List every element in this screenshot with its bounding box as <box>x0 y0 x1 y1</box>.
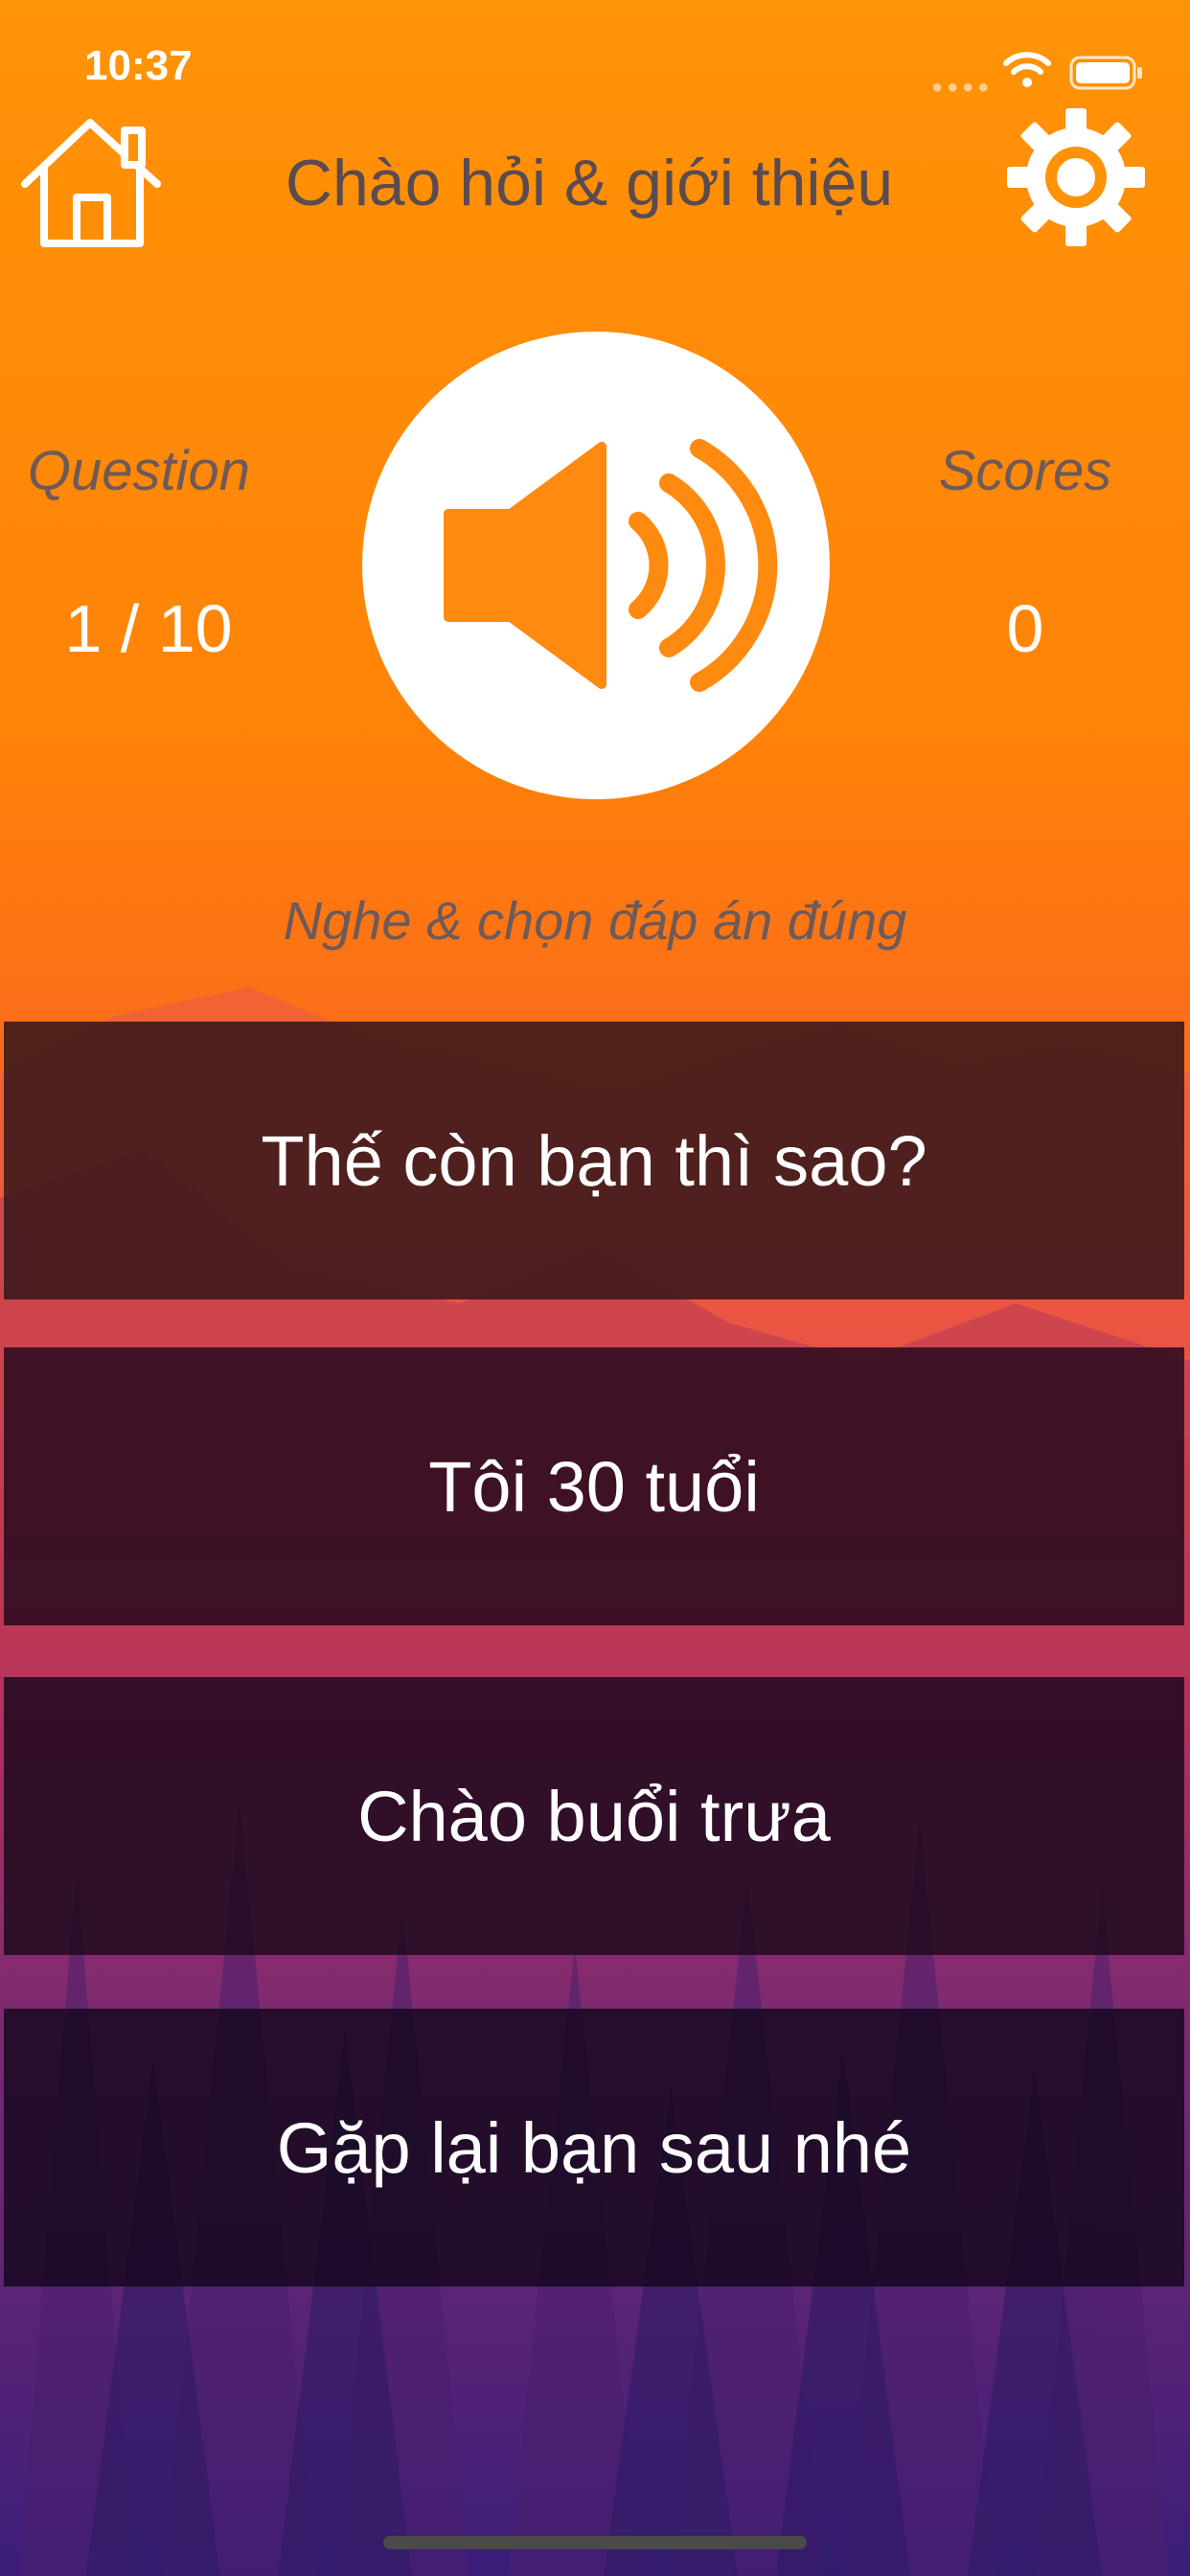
answer-label: Thế còn bạn thì sao? <box>261 1120 927 1201</box>
wifi-icon <box>1003 52 1051 87</box>
question-counter: 1 / 10 <box>64 591 233 666</box>
signal-dots-icon: ●●●● <box>931 77 994 98</box>
speaker-icon <box>444 439 778 692</box>
answer-label: Chào buổi trưa <box>357 1776 831 1856</box>
scores-label: Scores <box>938 440 1112 502</box>
play-audio-button[interactable] <box>362 332 830 799</box>
answer-option-4[interactable]: Gặp lại bạn sau nhé <box>4 2009 1184 2287</box>
page-title: Chào hỏi & giới thiệu <box>285 147 894 219</box>
status-time: 10:37 <box>84 42 193 89</box>
home-indicator[interactable] <box>383 2536 807 2549</box>
answer-label: Tôi 30 tuổi <box>428 1446 760 1527</box>
battery-icon <box>1069 56 1142 90</box>
scores-value: 0 <box>1006 591 1044 666</box>
answer-option-1[interactable]: Thế còn bạn thì sao? <box>4 1022 1184 1300</box>
instruction-text: Nghe & chọn đáp án đúng <box>283 890 907 951</box>
answer-option-3[interactable]: Chào buổi trưa <box>4 1677 1184 1955</box>
answer-label: Gặp lại bạn sau nhé <box>276 2107 912 2188</box>
question-label: Question <box>27 440 251 502</box>
home-icon[interactable] <box>17 113 165 249</box>
gear-icon[interactable] <box>1006 107 1146 247</box>
answer-option-2[interactable]: Tôi 30 tuổi <box>4 1347 1184 1625</box>
